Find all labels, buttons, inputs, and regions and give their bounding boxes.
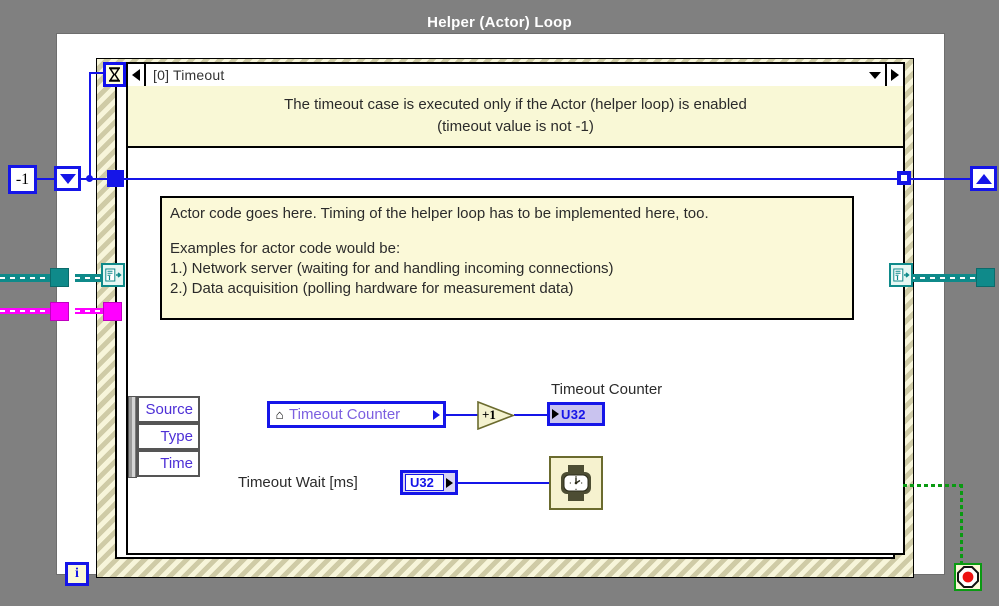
wire-tunnel-to-sr-right <box>905 178 970 180</box>
wire-refnum-right <box>910 274 984 282</box>
wire-junction <box>86 175 93 182</box>
loop-tunnel-left[interactable] <box>107 170 124 187</box>
case-note-line-1: The timeout case is executed only if the… <box>284 96 747 114</box>
indicator-input-terminal <box>550 409 561 419</box>
home-icon: ⌂ <box>275 407 284 422</box>
comment-line-1: Actor code goes here. Timing of the help… <box>170 205 709 222</box>
control-output-terminal <box>444 477 455 488</box>
hourglass-glyph <box>108 67 121 82</box>
case-previous-button[interactable] <box>128 64 146 86</box>
shift-register-down-glyph <box>59 173 76 184</box>
case-dropdown-button[interactable] <box>865 64 885 86</box>
error-cluster-display[interactable]: Source Type Time <box>128 396 200 478</box>
loop-tunnel-refnum-right[interactable] <box>976 268 995 287</box>
loop-tunnel-magenta-left[interactable] <box>50 302 69 321</box>
shift-register-refnum-right[interactable] <box>889 263 913 287</box>
local-variable-timeout-counter[interactable]: ⌂ Timeout Counter <box>267 401 446 428</box>
hourglass-icon[interactable] <box>103 62 126 87</box>
wristwatch-glyph <box>561 465 591 501</box>
timeout-constant[interactable]: -1 <box>8 165 37 194</box>
wire-boolean-vertical <box>960 484 963 564</box>
increment-function[interactable]: +1 <box>477 401 515 430</box>
right-arrow-icon <box>432 409 440 420</box>
loop-tunnel-right[interactable] <box>897 171 911 185</box>
shift-register-refnum-left[interactable] <box>101 263 125 287</box>
timeout-counter-datatype: U32 <box>561 406 586 422</box>
timeout-counter-indicator[interactable]: U32 <box>547 402 605 426</box>
loop-tunnel-magenta-inner[interactable] <box>103 302 122 321</box>
timeout-wait-datatype: U32 <box>405 474 444 491</box>
local-variable-output-terminal <box>429 409 443 420</box>
timeout-wait-control[interactable]: U32 <box>400 470 458 495</box>
wristwatch-wait-icon[interactable] <box>549 456 603 510</box>
comment-line-3: Examples for actor code would be: <box>170 239 401 257</box>
stop-terminal[interactable] <box>954 563 982 591</box>
cluster-item-type: Type <box>137 423 200 450</box>
iteration-terminal[interactable]: i <box>65 562 89 586</box>
cluster-item-source: Source <box>137 396 200 423</box>
cluster-scrollbar[interactable] <box>128 396 137 478</box>
wire-increment-to-indicator <box>514 414 548 416</box>
chevron-down-icon <box>869 71 881 79</box>
left-arrow-icon <box>132 69 140 81</box>
shift-register-refnum-icon <box>104 268 122 281</box>
right-arrow-icon <box>891 69 899 81</box>
timeout-wait-caption: Timeout Wait [ms] <box>238 474 358 491</box>
wire-constant-to-sr <box>37 178 54 180</box>
loop-tunnel-refnum-left[interactable] <box>50 268 69 287</box>
wire-branch-vertical <box>89 72 91 180</box>
case-note-line-2: (timeout value is not -1) <box>437 118 594 135</box>
wire-control-to-wait <box>458 482 550 484</box>
local-variable-label: Timeout Counter <box>289 406 401 423</box>
block-diagram-window: Helper (Actor) Loop [0] Timeout The time… <box>0 0 999 606</box>
shift-register-down-icon[interactable] <box>54 166 81 191</box>
actor-code-comment[interactable]: Actor code goes here. Timing of the help… <box>160 196 854 320</box>
wire-to-case-selector <box>89 72 105 74</box>
case-selector-label: [0] Timeout <box>153 67 225 83</box>
comment-line-5: 2.) Data acquisition (polling hardware f… <box>170 279 574 297</box>
comment-line-2 <box>170 224 846 239</box>
cluster-item-time: Time <box>137 450 200 477</box>
wire-localvar-to-increment <box>446 414 479 416</box>
shift-register-up-glyph <box>975 173 992 184</box>
stop-sign-icon <box>957 566 979 588</box>
case-description-note: The timeout case is executed only if the… <box>128 86 903 148</box>
case-selector-header[interactable]: [0] Timeout <box>126 62 905 88</box>
increment-label: +1 <box>482 407 496 422</box>
case-next-button[interactable] <box>885 64 903 86</box>
comment-line-4: 1.) Network server (waiting for and hand… <box>170 259 614 277</box>
shift-register-refnum-icon-right <box>892 268 910 281</box>
wire-through-case <box>124 178 899 180</box>
wire-boolean-horizontal <box>903 484 963 487</box>
shift-register-up-icon[interactable] <box>970 166 997 191</box>
timeout-counter-caption: Timeout Counter <box>551 381 663 398</box>
